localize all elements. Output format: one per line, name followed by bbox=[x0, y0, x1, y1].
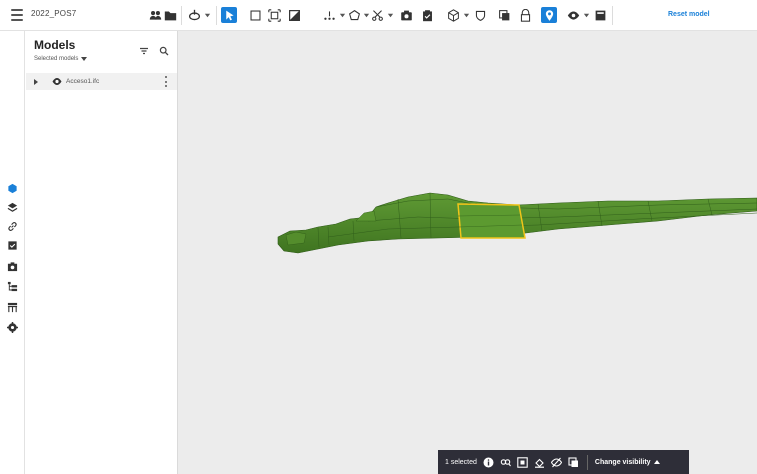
lock-icon[interactable] bbox=[517, 7, 533, 23]
section-box-icon[interactable] bbox=[286, 7, 302, 23]
properties-icon[interactable] bbox=[541, 7, 557, 23]
left-rail bbox=[0, 31, 25, 474]
users-icon[interactable] bbox=[147, 7, 163, 23]
expand-icon[interactable] bbox=[34, 79, 38, 85]
tree-icon[interactable] bbox=[6, 280, 18, 292]
link-icon[interactable] bbox=[6, 220, 18, 232]
box-select-icon[interactable] bbox=[247, 7, 263, 23]
models-panel: Models Selected models Acceso1.ifc bbox=[25, 31, 178, 474]
panel-title: Models bbox=[34, 38, 76, 52]
menu-icon[interactable] bbox=[11, 9, 23, 22]
selected-models-dropdown[interactable]: Selected models bbox=[34, 56, 88, 62]
info-icon[interactable] bbox=[483, 457, 494, 468]
fit-icon[interactable] bbox=[266, 7, 282, 23]
settings-icon[interactable] bbox=[6, 321, 18, 333]
toolbar-divider bbox=[612, 6, 613, 25]
visibility-eye-icon[interactable] bbox=[52, 77, 62, 86]
project-name[interactable]: 2022_POS7 bbox=[31, 9, 76, 18]
selection-bar: 1 selected Change visibility bbox=[438, 450, 689, 474]
model-name: Acceso1.ifc bbox=[66, 78, 100, 85]
clipboard-icon[interactable] bbox=[419, 7, 435, 23]
copy-icon[interactable] bbox=[568, 456, 579, 468]
paint-icon[interactable] bbox=[534, 457, 545, 468]
cut-caret-icon[interactable] bbox=[382, 7, 398, 23]
change-visibility-button[interactable]: Change visibility bbox=[595, 459, 660, 466]
selection-bar-divider bbox=[586, 454, 588, 470]
camera-icon[interactable] bbox=[6, 260, 18, 272]
model-render[interactable] bbox=[178, 31, 757, 474]
selected-models-label: Selected models bbox=[34, 56, 79, 62]
checklist-icon[interactable] bbox=[6, 239, 18, 251]
reset-model-button[interactable]: Reset model bbox=[668, 11, 710, 18]
terrain-model[interactable] bbox=[277, 192, 757, 254]
top-toolbar: 2022_POS7 Reset model bbox=[0, 0, 757, 31]
save-icon[interactable] bbox=[592, 7, 608, 23]
copy-icon[interactable] bbox=[496, 7, 512, 23]
selection-count: 1 selected bbox=[445, 458, 477, 466]
search-link-icon[interactable] bbox=[500, 457, 511, 468]
chevron-down-icon bbox=[81, 57, 88, 61]
selected-element[interactable] bbox=[457, 203, 526, 239]
3d-viewport[interactable] bbox=[178, 31, 757, 474]
toolbar-divider bbox=[181, 6, 182, 25]
layers-icon[interactable] bbox=[6, 201, 18, 213]
search-icon[interactable] bbox=[159, 46, 169, 56]
more-options-icon[interactable] bbox=[164, 76, 168, 87]
hide-icon[interactable] bbox=[550, 457, 562, 468]
models-icon[interactable] bbox=[6, 182, 18, 194]
model-row[interactable]: Acceso1.ifc bbox=[26, 73, 177, 90]
change-visibility-label: Change visibility bbox=[594, 458, 651, 466]
snapshot-icon[interactable] bbox=[398, 7, 414, 23]
toolbar-divider bbox=[216, 6, 217, 25]
folder-icon[interactable] bbox=[162, 7, 178, 23]
isolate-icon[interactable] bbox=[517, 456, 528, 468]
shield-icon[interactable] bbox=[472, 7, 488, 23]
orbit-caret-icon[interactable] bbox=[199, 7, 215, 23]
filter-icon[interactable] bbox=[139, 46, 149, 56]
chevron-up-icon bbox=[653, 460, 660, 464]
table-icon[interactable] bbox=[6, 301, 18, 313]
select-icon[interactable] bbox=[221, 7, 237, 23]
